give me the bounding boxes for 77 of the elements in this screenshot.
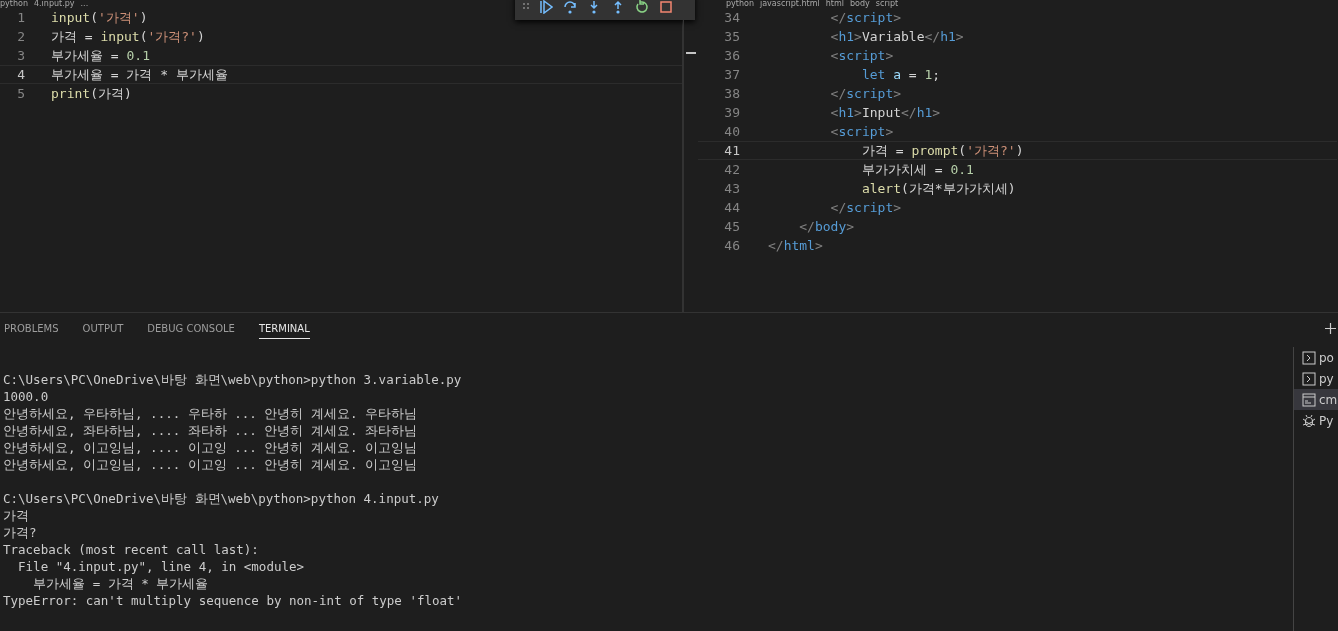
panel-tab[interactable]: OUTPUT <box>82 323 124 339</box>
step-into-icon[interactable] <box>587 0 601 14</box>
line-number: 41 <box>723 143 741 158</box>
line-number: 43 <box>723 181 741 196</box>
breadcrumb[interactable]: html <box>825 0 844 8</box>
code-text: 부가가치세 = 0.1 <box>860 160 974 179</box>
terminal-line: C:\Users\PC\OneDrive\바탕 화면\web\python>python 4.input.py <box>3 490 440 507</box>
code-text: </html> <box>767 238 823 253</box>
line-number: 5 <box>16 86 26 101</box>
code-text: <h1>Variable</h1> <box>829 29 964 44</box>
line-number: 39 <box>723 105 741 120</box>
gripper-icon[interactable] <box>523 2 529 12</box>
code-text: <script> <box>829 124 894 139</box>
bug-icon <box>1302 413 1316 428</box>
terminal-line: TypeError: can't multiply sequence by non-int of type 'float' <box>3 592 464 609</box>
plus-icon[interactable] <box>1325 323 1336 334</box>
breadcrumb[interactable]: body <box>850 0 870 8</box>
terminal-session-item[interactable]: po <box>1294 347 1338 368</box>
code-text: </script> <box>829 10 902 25</box>
terminal-line: 안녕하세요, 이고잉님, .... 이고잉 ... 안녕히 계세요. 이고잉님 <box>3 439 418 456</box>
terminal-line: 안녕하세요, 이고잉님, .... 이고잉 ... 안녕히 계세요. 이고잉님 <box>3 456 418 473</box>
step-over-icon[interactable] <box>563 0 577 14</box>
terminal-session-item[interactable]: cm <box>1294 389 1338 410</box>
line-number: 35 <box>723 29 741 44</box>
breadcrumb[interactable]: script <box>875 0 899 8</box>
terminal-line: 부가세율 = 가격 * 부가세율 <box>32 575 210 592</box>
line-number: 37 <box>723 67 741 82</box>
line-number: 40 <box>723 124 741 139</box>
terminal-line: 안녕하세요, 좌타하님, .... 좌타하 ... 안녕히 계세요. 좌타하님 <box>3 422 418 439</box>
terminal-line: Traceback (most recent call last): <box>3 541 260 558</box>
code-text: 가격 = prompt('가격?') <box>860 141 1024 160</box>
breadcrumb[interactable]: 4.input.py <box>34 0 75 8</box>
breadcrumb[interactable]: python <box>725 0 754 8</box>
terminal-line: C:\Users\PC\OneDrive\바탕 화면\web\python>python 3.variable.py <box>3 371 463 388</box>
terminal-line: 가격? <box>3 524 38 541</box>
code-text: </script> <box>829 86 902 101</box>
line-number: 46 <box>723 238 741 253</box>
terminal-line: 1000.0 <box>3 388 50 405</box>
code-text: 부가세율 = 가격 * 부가세율 <box>51 65 228 84</box>
breadcrumb[interactable]: ... <box>80 0 89 8</box>
console-window-icon <box>1302 392 1316 407</box>
scroll-marker <box>686 52 696 54</box>
line-number: 4 <box>16 67 26 82</box>
terminal-line: File "4.input.py", line 4, in <module> <box>17 558 306 575</box>
line-number: 38 <box>723 86 741 101</box>
continue-icon[interactable] <box>539 0 553 14</box>
line-number: 42 <box>723 162 741 177</box>
code-text: 부가세율 = 0.1 <box>51 46 150 65</box>
terminal-session-item[interactable]: Py <box>1294 410 1338 431</box>
code-text: alert(가격*부가가치세) <box>860 179 1016 198</box>
terminal-line: 가격 <box>3 507 30 524</box>
line-number: 1 <box>16 10 26 25</box>
line-number: 44 <box>723 200 741 215</box>
code-text: <h1>Input</h1> <box>829 105 941 120</box>
panel-tab[interactable]: TERMINAL <box>258 323 310 339</box>
line-number: 3 <box>16 48 26 63</box>
stop-icon[interactable] <box>659 0 673 14</box>
line-number: 2 <box>16 29 26 44</box>
code-text: print(가격) <box>51 84 132 103</box>
panel-tab[interactable]: DEBUG CONSOLE <box>147 323 235 339</box>
code-text: let a = 1; <box>860 67 941 82</box>
code-text: 가격 = input('가격?') <box>51 27 205 46</box>
code-text: </script> <box>829 200 902 215</box>
restart-icon[interactable] <box>635 0 649 14</box>
terminal-session-item[interactable]: py <box>1294 368 1338 389</box>
panel-tab[interactable]: PROBLEMS <box>4 323 59 339</box>
breadcrumb[interactable]: javascript.html <box>759 0 820 8</box>
line-number: 36 <box>723 48 741 63</box>
line-number: 34 <box>723 10 741 25</box>
line-number: 45 <box>723 219 741 234</box>
terminal-icon <box>1302 350 1316 365</box>
code-text: input('가격') <box>51 8 148 27</box>
code-text: </body> <box>798 219 855 234</box>
terminal-line: 안녕하세요, 우타하님, .... 우타하 ... 안녕히 계세요. 우타하님 <box>3 405 418 422</box>
breadcrumb[interactable]: python <box>0 0 28 8</box>
terminal-icon <box>1302 371 1316 386</box>
code-text: <script> <box>829 48 894 63</box>
